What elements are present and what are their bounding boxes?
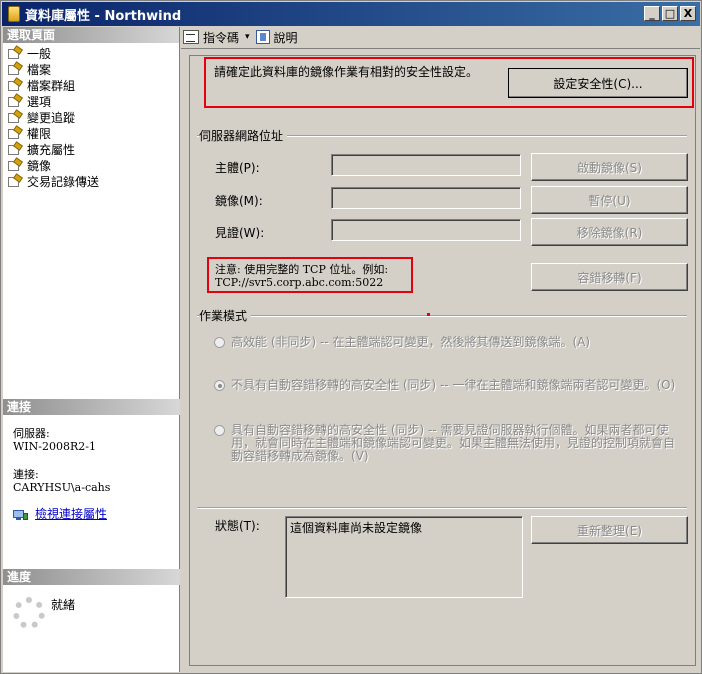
database-properties-window: 資料庫屬性 - Northwind _ □ X 選取頁面 一般 檔案 檔案群組 [0,0,702,674]
red-marker-dot [427,313,430,316]
status-label: 狀態(T): [215,519,260,533]
principal-address-field[interactable] [331,154,521,176]
page-item-log-shipping[interactable]: 交易記錄傳送 [7,173,179,190]
properties-page-icon [7,93,23,109]
page-item-label: 檔案群組 [27,79,76,93]
title-bar[interactable]: 資料庫屬性 - Northwind _ □ X [2,2,700,26]
page-item-permissions[interactable]: 權限 [7,125,179,142]
page-item-options[interactable]: 選項 [7,93,179,110]
select-page-header: 選取頁面 [3,27,179,43]
view-connection-properties-link[interactable]: 檢視連接屬性 [35,508,107,521]
page-item-filegroups[interactable]: 檔案群組 [7,77,179,94]
page-item-label: 變更追蹤 [27,111,76,125]
help-label: 說明 [273,30,298,45]
page-item-mirroring[interactable]: 鏡像 [7,157,179,174]
properties-page-icon [7,77,23,93]
tcp-note-line1: 注意: 使用完整的 TCP 位址。例如: [215,263,389,276]
mode-high-safety-no-failover[interactable]: 不具有自動容錯移轉的高安全性 (同步) -- 一律在主體端和鏡像端兩者認可變更。… [214,379,675,392]
page-item-label: 檔案 [27,63,52,77]
security-message: 請確定此資料庫的鏡像作業有相對的安全性設定。 [214,65,479,79]
help-button[interactable]: 說明 [255,29,298,46]
left-pane: 選取頁面 一般 檔案 檔案群組 選項 變更追蹤 權限 擴充屬性 鏡像 交易記錄傳… [3,27,180,672]
principal-label: 主體(P): [215,161,260,175]
close-button[interactable]: X [680,6,696,21]
configure-security-button[interactable]: 設定安全性(C)... [508,68,688,98]
minimize-button[interactable]: _ [644,6,660,21]
operating-mode-title: 作業模式 [199,307,252,324]
page-item-label: 權限 [27,127,52,141]
page-item-general[interactable]: 一般 [7,45,179,62]
progress-status: 就緒 [51,598,76,612]
status-box: 這個資料庫尚未設定鏡像 [285,516,523,598]
properties-page-icon [7,173,23,189]
witness-label: 見證(W): [215,226,265,240]
mirror-label: 鏡像(M): [215,194,263,208]
server-addresses-title: 伺服器網路位址 [199,127,288,144]
server-label: 伺服器: [13,427,50,440]
connection-label: 連接: [13,468,39,481]
mode-high-performance-label: 高效能 (非同步) -- 在主體端認可變更，然後將其傳送到鏡像端。(A) [231,335,591,349]
properties-page-icon [7,61,23,77]
page-item-change-tracking[interactable]: 變更追蹤 [7,109,179,126]
properties-page-icon [7,157,23,173]
script-label: 指令碼 [203,30,240,45]
connection-value: CARYHSU\a-cahs [13,481,111,494]
remove-mirroring-button[interactable]: 移除鏡像(R) [531,218,688,246]
main-pane: 指令碼 ▾ 說明 請確定此資料庫的鏡像作業有相對的安全性設定。 設定安全性(C)… [181,27,700,672]
progress-section: 進度 就緒 [3,569,180,629]
page-item-label: 一般 [27,47,52,61]
script-icon [183,30,199,44]
toolbar: 指令碼 ▾ 說明 [181,27,700,47]
page-item-label: 交易記錄傳送 [27,175,100,189]
properties-page-icon [7,125,23,141]
status-value: 這個資料庫尚未設定鏡像 [290,521,423,535]
properties-page-icon [7,109,23,125]
chevron-down-icon[interactable]: ▾ [245,32,250,42]
page-item-label: 選項 [27,95,52,109]
toolbar-divider [181,48,700,49]
witness-address-field[interactable] [331,219,521,241]
server-value: WIN-2008R2-1 [13,440,96,453]
page-item-label: 擴充屬性 [27,143,76,157]
pause-button[interactable]: 暫停(U) [531,186,688,214]
tcp-note-line2: TCP://svr5.corp.abc.com:5022 [215,276,384,289]
mode-high-safety-no-failover-label: 不具有自動容錯移轉的高安全性 (同步) -- 一律在主體端和鏡像端兩者認可變更。… [231,378,676,392]
window-controls: _ □ X [644,6,696,21]
mirror-address-field[interactable] [331,187,521,209]
help-icon [255,30,270,44]
mode-high-safety-auto-failover[interactable]: 具有自動容錯移轉的高安全性 (同步) -- 需要見證伺服器執行個體。如果兩者都可… [214,424,675,463]
page-item-files[interactable]: 檔案 [7,61,179,78]
radio-high-safety-auto-failover[interactable] [214,425,225,436]
connection-section: 連接 伺服器: WIN-2008R2-1 連接: CARYHSU\a-cahs … [3,399,180,521]
page-list: 一般 檔案 檔案群組 選項 變更追蹤 權限 擴充屬性 鏡像 交易記錄傳送 [3,43,179,190]
connection-properties-icon [13,509,29,521]
connection-header: 連接 [3,399,180,415]
mode-high-safety-auto-failover-label: 具有自動容錯移轉的高安全性 (同步) -- 需要見證伺服器執行個體。如果兩者都可… [231,424,675,463]
radio-high-safety-no-failover[interactable] [214,380,225,391]
refresh-button[interactable]: 重新整理(E) [531,516,688,544]
database-icon [8,6,20,22]
page-item-label: 鏡像 [27,159,52,173]
window-title: 資料庫屬性 - Northwind [25,8,182,24]
start-mirroring-button[interactable]: 啟動鏡像(S) [531,153,688,181]
properties-page-icon [7,141,23,157]
operating-mode-separator [197,315,687,317]
script-button[interactable]: 指令碼 ▾ [183,29,250,46]
progress-header: 進度 [3,569,180,585]
mode-high-performance[interactable]: 高效能 (非同步) -- 在主體端認可變更，然後將其傳送到鏡像端。(A) [214,336,590,349]
properties-page-icon [7,45,23,61]
progress-spinner-icon [13,597,45,629]
auto-failover-line3: 動容錯移轉成為鏡像。(V) [231,449,369,463]
page-item-extended-properties[interactable]: 擴充屬性 [7,141,179,158]
radio-high-performance[interactable] [214,337,225,348]
status-separator [197,507,687,509]
failover-button[interactable]: 容錯移轉(F) [531,263,688,291]
maximize-button[interactable]: □ [662,6,678,21]
